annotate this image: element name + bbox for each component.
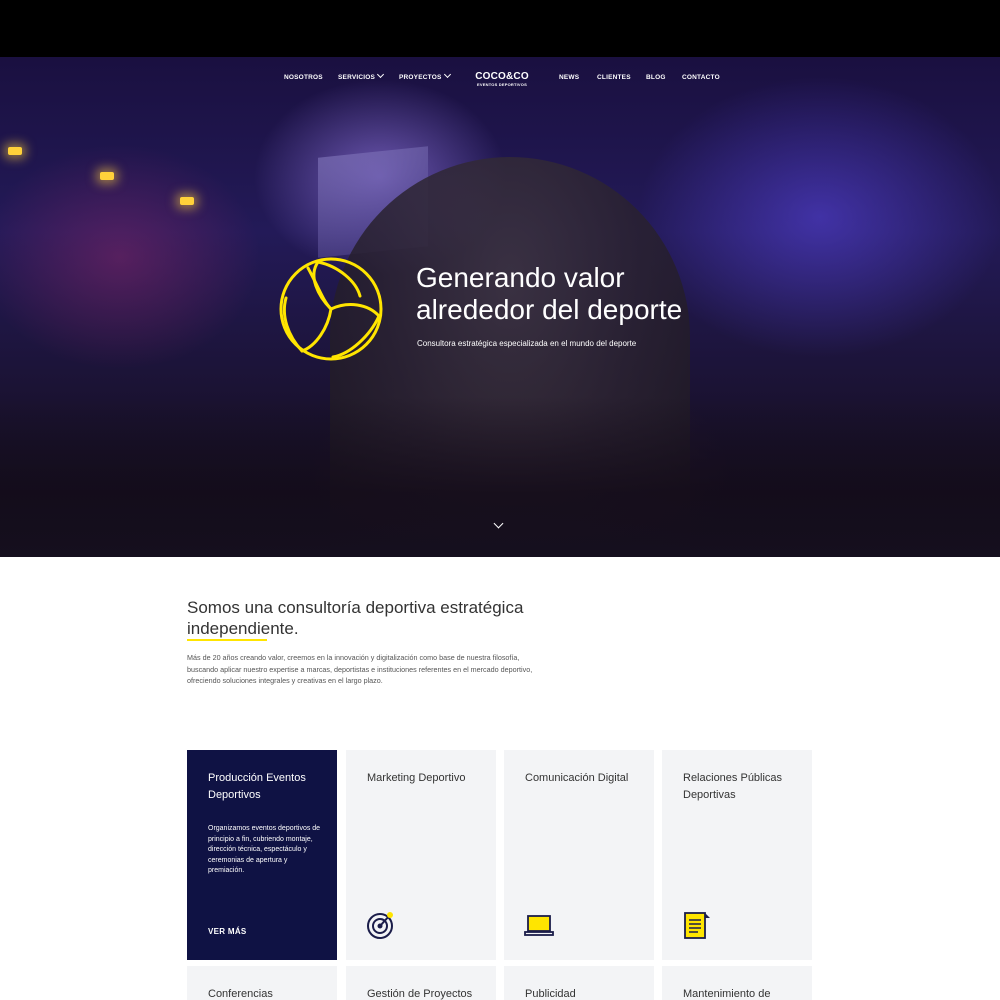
stage-light xyxy=(180,197,194,205)
service-card-publicidad[interactable]: Publicidad xyxy=(504,966,654,1000)
service-card-title: Conferencias xyxy=(208,988,273,1000)
volleyball-icon xyxy=(279,257,383,361)
service-card-conferencias[interactable]: Conferencias xyxy=(187,966,337,1000)
document-icon xyxy=(684,912,710,939)
hero-background-crowd xyxy=(0,397,1000,557)
service-card-relaciones[interactable]: Relaciones Públicas Deportivas xyxy=(662,750,812,960)
intro-underline xyxy=(187,639,267,641)
nav-news[interactable]: NEWS xyxy=(559,74,579,81)
laptop-icon xyxy=(524,915,554,936)
service-card-title: Gestión de Proyectos xyxy=(367,988,473,1000)
intro-title: Somos una consultoría deportiva estratég… xyxy=(187,598,524,638)
logo[interactable]: COCO&CO EVENTOS DEPORTIVOS xyxy=(472,72,532,88)
nav-servicios[interactable]: SERVICIOS xyxy=(338,70,385,81)
target-icon xyxy=(367,912,393,939)
service-card-title: Producción Eventos Deportivos xyxy=(208,772,306,801)
intro-text: Más de 20 años creando valor, creemos en… xyxy=(187,653,533,685)
service-card-title: Comunicación Digital xyxy=(525,772,629,784)
service-card-title: Relaciones Públicas Deportivas xyxy=(683,772,783,801)
stage-light xyxy=(8,147,22,155)
stage-light xyxy=(100,172,114,180)
service-card-gestion[interactable]: Gestión de Proyectos xyxy=(346,966,496,1000)
chevron-down-icon xyxy=(443,70,451,79)
nav-nosotros[interactable]: NOSOTROS xyxy=(284,74,323,81)
nav-proyectos[interactable]: PROYECTOS xyxy=(399,70,451,81)
hero-subtitle: Consultora estratégica especializada en … xyxy=(417,339,637,348)
service-card-title: Marketing Deportivo xyxy=(367,772,466,784)
service-card-marketing[interactable]: Marketing Deportivo xyxy=(346,750,496,960)
nav-servicios-label: SERVICIOS xyxy=(338,74,376,81)
nav-contacto[interactable]: CONTACTO xyxy=(682,74,720,81)
hero-title-line1: Generando valor xyxy=(416,262,625,293)
nav-clientes[interactable]: CLIENTES xyxy=(597,74,631,81)
nav-proyectos-label: PROYECTOS xyxy=(399,74,442,81)
service-card-comunicacion[interactable]: Comunicación Digital xyxy=(504,750,654,960)
ver-mas-link[interactable]: VER MÁS xyxy=(208,927,247,936)
hero-title: Generando valor alrededor del deporte xyxy=(416,262,736,326)
logo-sub-text: EVENTOS DEPORTIVOS xyxy=(477,82,527,87)
service-card-description: Organizamos eventos deportivos de princi… xyxy=(208,825,321,874)
logo-main-text: COCO&CO xyxy=(475,71,529,82)
service-card-title: Mantenimiento de xyxy=(683,988,771,1000)
nav-blog[interactable]: BLOG xyxy=(646,74,666,81)
top-black-bar xyxy=(0,0,1000,57)
service-card-produccion[interactable]: Producción Eventos Deportivos Organizamo… xyxy=(187,750,337,960)
service-card-title: Publicidad xyxy=(525,988,576,1000)
hero-title-line2: alrededor del deporte xyxy=(416,294,683,325)
service-card-mantenimiento[interactable]: Mantenimiento de xyxy=(662,966,812,1000)
